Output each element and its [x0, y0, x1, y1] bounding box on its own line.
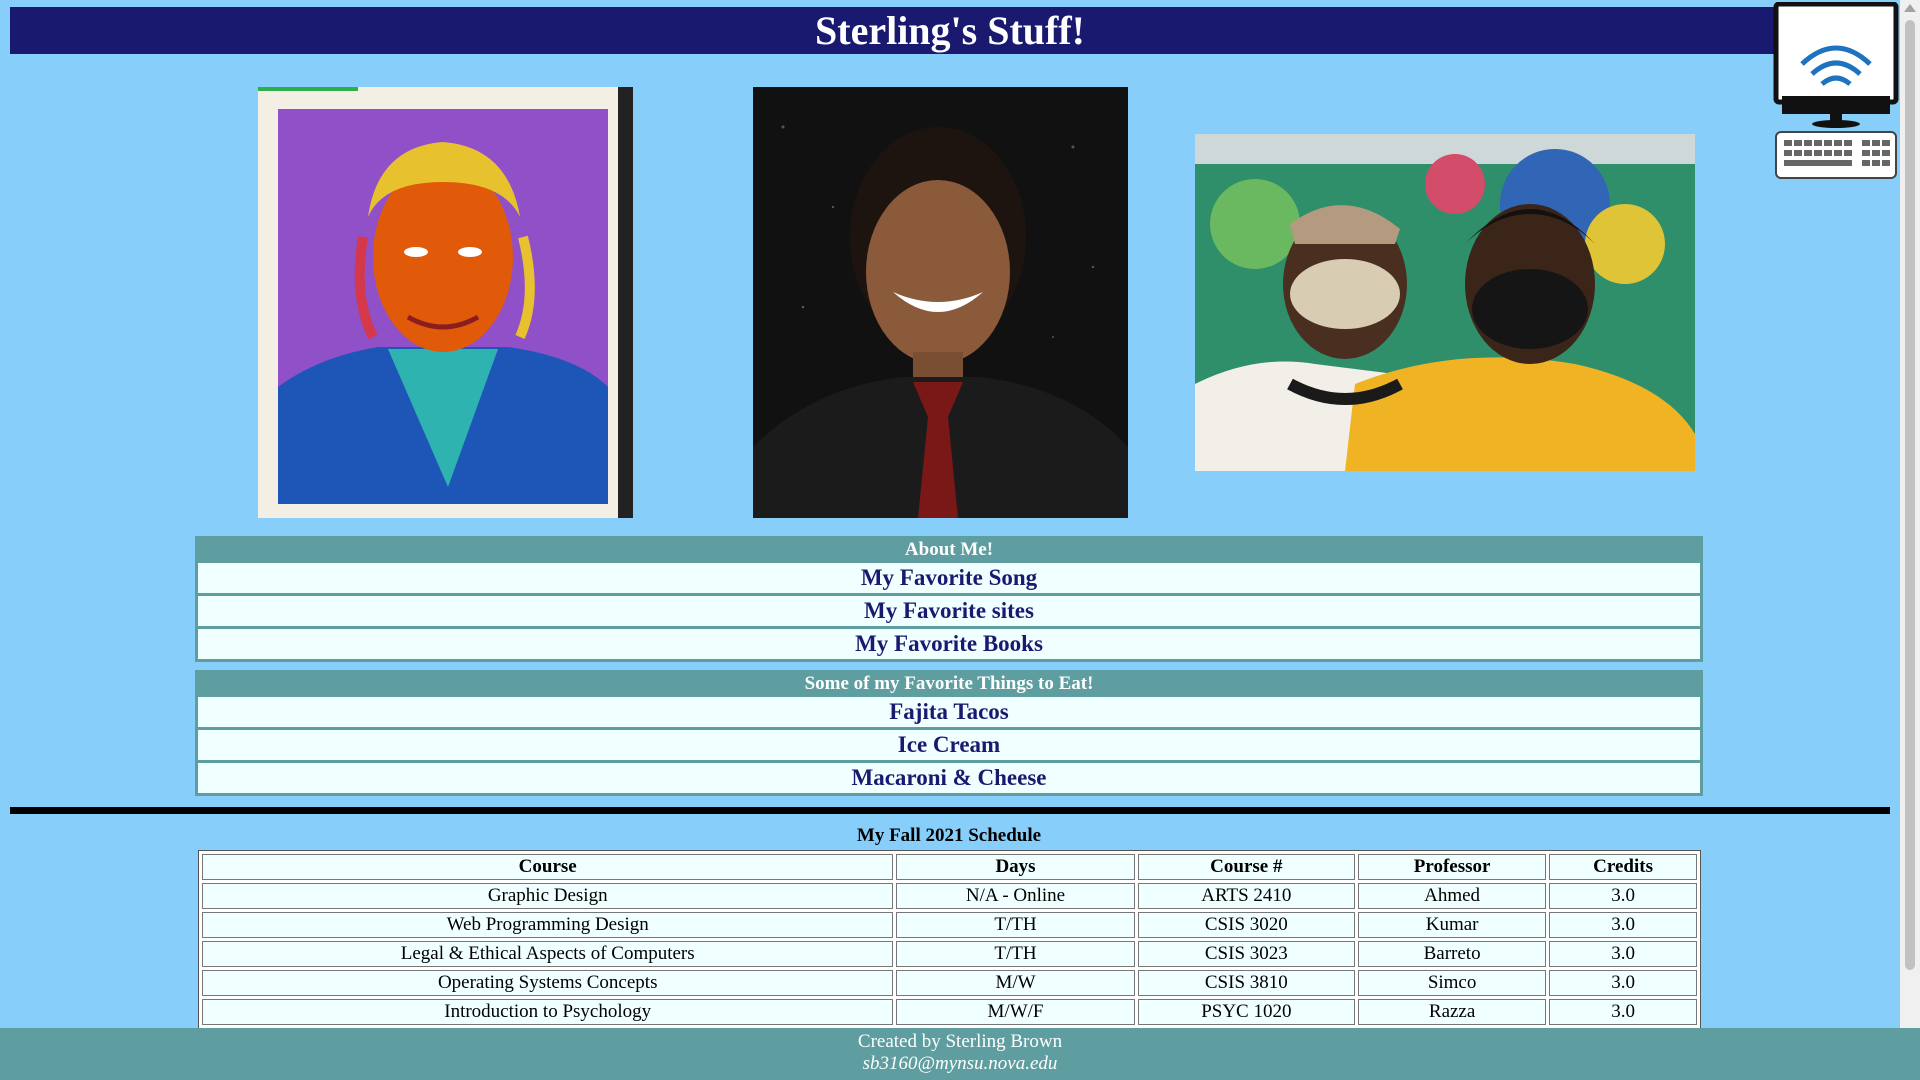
- table-cell: CSIS 3023: [1137, 941, 1356, 967]
- column-header: Course #: [1137, 854, 1356, 880]
- favorite-food-box: Some of my Favorite Things to Eat! Fajit…: [195, 670, 1703, 796]
- food-item-fajita-tacos: Fajita Tacos: [198, 697, 1700, 727]
- about-me-box: About Me! My Favorite Song My Favorite s…: [195, 536, 1703, 662]
- table-row: Introduction to Psychology M/W/F PSYC 10…: [202, 999, 1697, 1025]
- table-cell: M/W/F: [896, 999, 1135, 1025]
- table-cell: Graphic Design: [202, 883, 894, 909]
- favorite-food-title: Some of my Favorite Things to Eat!: [804, 673, 1094, 694]
- table-cell: 3.0: [1549, 883, 1697, 909]
- table-cell: Simco: [1358, 970, 1547, 996]
- table-cell: N/A - Online: [896, 883, 1135, 909]
- table-cell: M/W: [896, 970, 1135, 996]
- footer-email: sb3160@mynsu.nova.edu: [862, 1053, 1058, 1074]
- table-cell: Web Programming Design: [202, 912, 894, 938]
- table-cell: CSIS 3020: [1137, 912, 1356, 938]
- column-header: Professor: [1358, 854, 1547, 880]
- about-me-title: About Me!: [904, 539, 994, 560]
- table-cell: 3.0: [1549, 912, 1697, 938]
- favorite-books-link[interactable]: My Favorite Books: [198, 629, 1700, 659]
- favorite-sites-link[interactable]: My Favorite sites: [198, 596, 1700, 626]
- table-cell: Razza: [1358, 999, 1547, 1025]
- scrollbar-thumb[interactable]: [1905, 20, 1915, 970]
- table-cell: Introduction to Psychology: [202, 999, 894, 1025]
- table-cell: Legal & Ethical Aspects of Computers: [202, 941, 894, 967]
- scroll-up-arrow-icon[interactable]: [1904, 4, 1916, 12]
- table-cell: T/TH: [896, 941, 1135, 967]
- scrollbar[interactable]: [1900, 0, 1920, 1028]
- table-cell: PSYC 1020: [1137, 999, 1356, 1025]
- table-cell: 3.0: [1549, 970, 1697, 996]
- footer-credit: Created by Sterling Brown: [857, 1031, 1063, 1052]
- horizontal-divider: [10, 807, 1890, 814]
- portrait-photo-image: [753, 87, 1128, 518]
- table-cell: ARTS 2410: [1137, 883, 1356, 909]
- column-header: Course: [202, 854, 894, 880]
- table-cell: 3.0: [1549, 999, 1697, 1025]
- table-cell: Kumar: [1358, 912, 1547, 938]
- schedule-caption: My Fall 2021 Schedule: [856, 825, 1042, 846]
- table-cell: Barreto: [1358, 941, 1547, 967]
- page-title: Sterling's Stuff!: [10, 7, 1890, 54]
- table-cell: 3.0: [1549, 941, 1697, 967]
- table-row: Web Programming Design T/TH CSIS 3020 Ku…: [202, 912, 1697, 938]
- schedule-table: Course Days Course # Professor Credits G…: [198, 850, 1701, 1029]
- table-cell: Operating Systems Concepts: [202, 970, 894, 996]
- table-header-row: Course Days Course # Professor Credits: [202, 854, 1697, 880]
- favorite-song-link[interactable]: My Favorite Song: [198, 563, 1700, 593]
- table-row: Graphic Design N/A - Online ARTS 2410 Ah…: [202, 883, 1697, 909]
- friends-selfie-image: [1195, 134, 1695, 471]
- table-row: Operating Systems Concepts M/W CSIS 3810…: [202, 970, 1697, 996]
- page-footer: Created by Sterling Brown sb3160@mynsu.n…: [0, 1028, 1920, 1080]
- table-cell: T/TH: [896, 912, 1135, 938]
- table-cell: Ahmed: [1358, 883, 1547, 909]
- column-header: Credits: [1549, 854, 1697, 880]
- food-item-macaroni-cheese: Macaroni & Cheese: [198, 763, 1700, 793]
- table-cell: CSIS 3810: [1137, 970, 1356, 996]
- food-item-ice-cream: Ice Cream: [198, 730, 1700, 760]
- self-portrait-painting-image: [258, 87, 633, 518]
- computer-wifi-icon[interactable]: [1772, 1, 1900, 182]
- table-row: Legal & Ethical Aspects of Computers T/T…: [202, 941, 1697, 967]
- column-header: Days: [896, 854, 1135, 880]
